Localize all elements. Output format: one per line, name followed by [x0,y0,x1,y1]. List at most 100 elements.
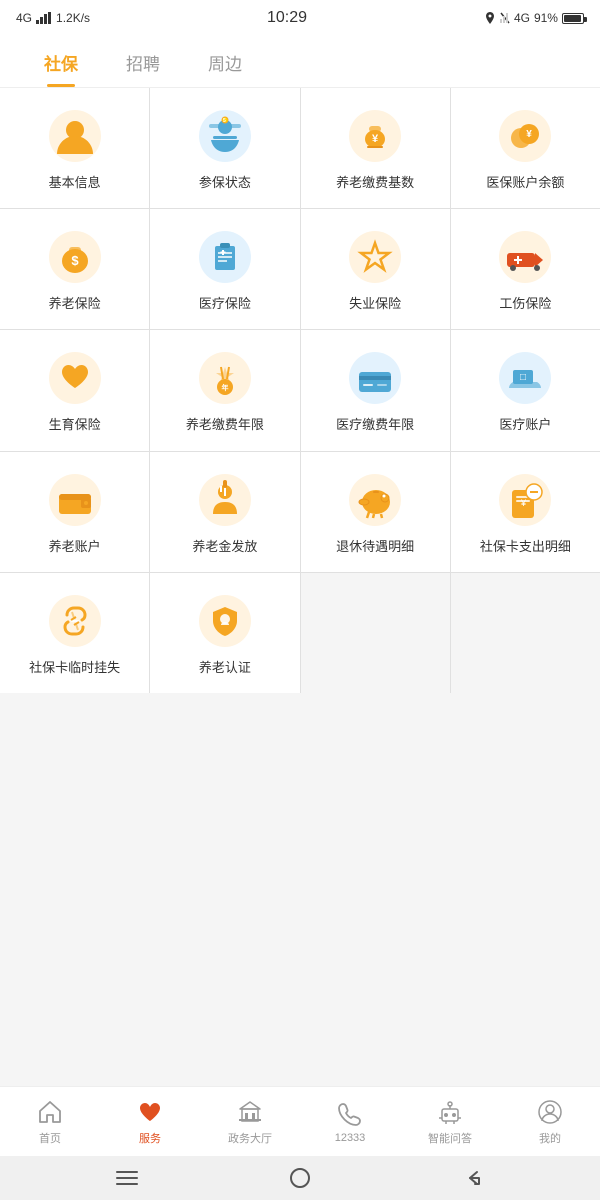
grid-empty-1 [301,573,450,693]
status-left: 4G 1.2K/s [16,11,90,25]
nav-item-gov-hall[interactable]: 政务大厅 [200,1087,300,1156]
svg-text:¥: ¥ [372,133,379,145]
maternity-label: 生育保险 [49,416,101,434]
nav-item-service[interactable]: 服务 [100,1087,200,1156]
grid-item-pension-base[interactable]: ¥ 养老缴费基数 [301,88,450,208]
grid-item-card-expense[interactable]: ¥ 社保卡支出明细 [451,452,600,572]
nav-gov-label: 政务大厅 [228,1130,272,1146]
robot-icon [436,1098,464,1126]
tab-shebao[interactable]: 社保 [20,36,102,87]
nav-tabs: 社保 招聘 周边 [0,36,600,88]
card-expense-label: 社保卡支出明细 [480,538,571,556]
grid-item-card-lost[interactable]: 社保卡临时挂失 [0,573,149,693]
pension-base-label: 养老缴费基数 [336,174,414,192]
card-icon [347,350,403,406]
menu-lines-icon [115,1169,139,1187]
basic-info-label: 基本信息 [49,174,101,192]
pension-auth-label: 养老认证 [199,659,251,677]
money-bag-icon: $ [47,229,103,285]
heart-icon [47,350,103,406]
grid-item-work-injury[interactable]: 工伤保险 [451,209,600,329]
svg-text:¥: ¥ [520,498,527,508]
ambulance-icon [497,229,553,285]
nav-mine-label: 我的 [539,1130,561,1146]
grid-item-medical-balance[interactable]: ¥ 医保账户余额 [451,88,600,208]
card-minus-icon: ¥ [497,472,553,528]
sys-home-button[interactable] [285,1163,315,1193]
phone-icon [336,1100,364,1128]
card-lost-label: 社保卡临时挂失 [29,659,120,677]
nav-item-12333[interactable]: 12333 [300,1087,400,1156]
no-signal-icon [500,12,510,24]
grid-item-pension-payment[interactable]: 养老金发放 [150,452,299,572]
nurse-icon [197,472,253,528]
person-icon [47,108,103,164]
svg-text:¥: ¥ [527,129,533,140]
status-right: 4G 91% [484,11,584,25]
network-4g: 4G [514,11,530,25]
medal-icon: 年 [197,350,253,406]
worker-icon: 5 [197,108,253,164]
grid-item-pension-auth[interactable]: 养老认证 [150,573,299,693]
nav-item-ai[interactable]: 智能问答 [400,1087,500,1156]
grid-item-pension-account[interactable]: 养老账户 [0,452,149,572]
grid-item-pension-insurance[interactable]: $ 养老保险 [0,209,149,329]
grid-item-maternity[interactable]: 生育保险 [0,330,149,450]
grid-item-insurance-status[interactable]: 5 参保状态 [150,88,299,208]
signal-bars-icon [36,12,52,24]
coins-icon: ¥ [497,108,553,164]
grid-item-medical-years[interactable]: 医疗缴费年限 [301,330,450,450]
sys-back-button[interactable] [458,1163,488,1193]
chain-icon [47,593,103,649]
services-grid: 基本信息 5 参保状态 [0,88,600,693]
shield-icon [197,593,253,649]
insurance-status-label: 参保状态 [199,174,251,192]
tab-zhoubian[interactable]: 周边 [184,36,266,87]
grid-item-medical-account[interactable]: □ 医疗账户 [451,330,600,450]
speed-text: 1.2K/s [56,11,90,25]
time-display: 10:29 [267,9,307,27]
svg-text:□: □ [520,372,526,383]
nav-ai-label: 智能问答 [428,1130,472,1146]
grid-item-unemployment[interactable]: 失业保险 [301,209,450,329]
grid-item-pension-years[interactable]: 年 养老缴费年限 [150,330,299,450]
grid-empty-2 [451,573,600,693]
sys-back-icon [463,1168,483,1188]
grid-item-retirement-detail[interactable]: 退休待遇明细 [301,452,450,572]
coin-bag-icon: ¥ [347,108,403,164]
wallet-icon [47,472,103,528]
home-icon [36,1098,64,1126]
svg-text:$: $ [71,253,79,268]
grid-item-basic-info[interactable]: 基本信息 [0,88,149,208]
bottom-nav: 首页 服务 政务大厅 12333 [0,1086,600,1156]
pension-payment-label: 养老金发放 [192,538,257,556]
nav-item-mine[interactable]: 我的 [500,1087,600,1156]
medical-account-label: 医疗账户 [499,416,551,434]
sys-home-icon [289,1167,311,1189]
service-heart-icon [136,1098,164,1126]
nav-item-home[interactable]: 首页 [0,1087,100,1156]
pension-account-label: 养老账户 [49,538,101,556]
battery-percent: 91% [534,11,558,25]
grid-item-medical-insurance[interactable]: 医疗保险 [150,209,299,329]
medical-insurance-label: 医疗保险 [199,295,251,313]
signal-text: 4G [16,11,32,25]
medical-years-label: 医疗缴费年限 [336,416,414,434]
status-bar: 4G 1.2K/s 10:29 4G 91% [0,0,600,36]
grid-container: 基本信息 5 参保状态 [0,88,600,1086]
star-icon [347,229,403,285]
sys-menu-button[interactable] [112,1163,142,1193]
svg-text:5: 5 [223,118,226,124]
retirement-detail-label: 退休待遇明细 [336,538,414,556]
work-injury-label: 工伤保险 [499,295,551,313]
sys-nav-bar [0,1156,600,1200]
person-circle-icon [536,1098,564,1126]
location-icon [484,12,496,24]
battery-icon [562,13,584,24]
tab-zhaopin[interactable]: 招聘 [102,36,184,87]
nav-12333-label: 12333 [335,1132,366,1144]
building-icon [236,1098,264,1126]
svg-text:年: 年 [221,383,228,392]
nav-home-label: 首页 [39,1130,61,1146]
nav-service-label: 服务 [139,1130,161,1146]
